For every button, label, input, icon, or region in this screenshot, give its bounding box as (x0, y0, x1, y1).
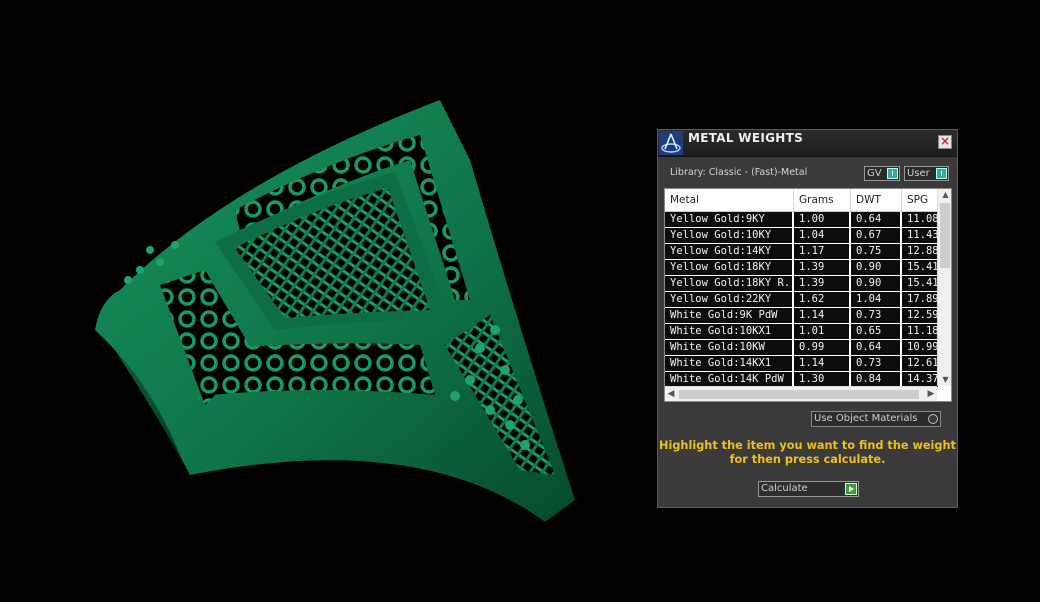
spg-cell: 15.41 (902, 260, 938, 275)
column-header-dwt[interactable]: DWT (851, 189, 902, 211)
spg-cell: 12.61 (902, 356, 938, 371)
table-row[interactable]: Yellow Gold:14KY 1.17 0.75 12.88 (665, 244, 938, 260)
close-icon: × (939, 134, 951, 148)
grams-cell: 1.62 (794, 292, 849, 307)
metal-cell: White Gold:14KX1 (665, 356, 792, 371)
dwt-cell: 0.73 (851, 356, 900, 371)
metal-cell: White Gold:9K PdW (665, 308, 792, 323)
app-logo-icon (659, 131, 683, 155)
metal-cell: Yellow Gold:10KY (665, 228, 792, 243)
use-object-materials-label: Use Object Materials (814, 413, 918, 424)
grams-cell: 0.99 (794, 340, 849, 355)
dwt-cell: 0.73 (851, 308, 900, 323)
dwt-cell: 0.67 (851, 228, 900, 243)
column-header-grams[interactable]: Grams (794, 189, 851, 211)
horizontal-scrollbar[interactable]: ◀ ▶ (665, 386, 937, 401)
radio-icon[interactable] (928, 414, 938, 424)
column-header-spg[interactable]: SPG (902, 189, 942, 211)
grams-cell: 1.00 (794, 212, 849, 227)
metal-cell: White Gold:10KX1 (665, 324, 792, 339)
toggle-knob-icon (887, 168, 898, 179)
table-row[interactable]: Yellow Gold:18KY 1.39 0.90 15.41 (665, 260, 938, 276)
instruction-line: for then press calculate. (729, 452, 886, 466)
grams-cell: 1.01 (794, 324, 849, 339)
dwt-cell: 0.64 (851, 212, 900, 227)
metal-cell: White Gold:10KW (665, 340, 792, 355)
metal-cell: Yellow Gold:9KY (665, 212, 792, 227)
jewelry-model-render (95, 100, 575, 522)
spg-cell: 15.41 (902, 276, 938, 291)
panel-title: METAL WEIGHTS (688, 131, 804, 145)
calculate-button[interactable]: Calculate (758, 481, 859, 497)
close-button[interactable]: × (938, 135, 952, 149)
library-label: Library: Classic - (Fast)-Metal (670, 167, 808, 178)
dwt-cell: 1.04 (851, 292, 900, 307)
grams-cell: 1.39 (794, 260, 849, 275)
spg-cell: 14.37 (902, 372, 938, 387)
user-toggle[interactable]: User (904, 166, 949, 181)
scrollbar-thumb[interactable] (940, 203, 950, 268)
grams-cell: 1.17 (794, 244, 849, 259)
gv-toggle[interactable]: GV (864, 166, 900, 181)
spg-cell: 10.99 (902, 340, 938, 355)
toggle-knob-icon (936, 168, 947, 179)
table-row[interactable]: White Gold:10KW 0.99 0.64 10.99 (665, 340, 938, 356)
table-row[interactable]: White Gold:10KX1 1.01 0.65 11.18 (665, 324, 938, 340)
metal-table[interactable]: Metal Grams DWT SPG Yellow Gold:9KY 1.00 0… (664, 188, 952, 402)
grams-cell: 1.39 (794, 276, 849, 291)
table-row[interactable]: Yellow Gold:9KY 1.00 0.64 11.08 (665, 212, 938, 228)
spg-cell: 11.43 (902, 228, 938, 243)
3d-viewport[interactable] (0, 0, 650, 602)
panel-titlebar[interactable]: METAL WEIGHTS × (658, 130, 957, 157)
calculate-label: Calculate (761, 483, 808, 494)
metal-cell: White Gold:14K PdW (665, 372, 792, 387)
scroll-left-icon[interactable]: ◀ (665, 387, 677, 401)
vertical-scrollbar[interactable]: ▲ ▼ (937, 189, 951, 386)
dwt-cell: 0.84 (851, 372, 900, 387)
play-icon (845, 483, 857, 495)
metal-weights-panel: METAL WEIGHTS × Library: Classic - (Fast… (657, 129, 958, 508)
spg-cell: 17.89 (902, 292, 938, 307)
dwt-cell: 0.90 (851, 276, 900, 291)
gv-toggle-label: GV (867, 168, 882, 179)
table-row[interactable]: White Gold:14KX1 1.14 0.73 12.61 (665, 356, 938, 372)
instruction-text: Highlight the item you want to find the … (658, 439, 957, 466)
spg-cell: 11.18 (902, 324, 938, 339)
table-row[interactable]: Yellow Gold:10KY 1.04 0.67 11.43 (665, 228, 938, 244)
metal-cell: Yellow Gold:18KY R... (665, 276, 792, 291)
grams-cell: 1.14 (794, 356, 849, 371)
dwt-cell: 0.75 (851, 244, 900, 259)
dwt-cell: 0.65 (851, 324, 900, 339)
dwt-cell: 0.64 (851, 340, 900, 355)
grams-cell: 1.14 (794, 308, 849, 323)
scroll-down-icon[interactable]: ▼ (938, 374, 951, 386)
metal-cell: Yellow Gold:18KY (665, 260, 792, 275)
instruction-line: Highlight the item you want to find the … (659, 439, 956, 452)
column-header-metal[interactable]: Metal (665, 189, 794, 211)
grams-cell: 1.04 (794, 228, 849, 243)
scroll-up-icon[interactable]: ▲ (938, 189, 951, 201)
table-body: Yellow Gold:9KY 1.00 0.64 11.08 Yellow Gold:… (665, 212, 938, 388)
use-object-materials-option[interactable]: Use Object Materials (811, 411, 941, 427)
table-row[interactable]: Yellow Gold:18KY R... 1.39 0.90 15.41 (665, 276, 938, 292)
scrollbar-thumb[interactable] (679, 390, 919, 399)
dwt-cell: 0.90 (851, 260, 900, 275)
metal-cell: Yellow Gold:14KY (665, 244, 792, 259)
user-toggle-label: User (907, 168, 930, 179)
spg-cell: 12.88 (902, 244, 938, 259)
table-row[interactable]: Yellow Gold:22KY 1.62 1.04 17.89 (665, 292, 938, 308)
table-row[interactable]: White Gold:9K PdW 1.14 0.73 12.59 (665, 308, 938, 324)
spg-cell: 12.59 (902, 308, 938, 323)
scroll-right-icon[interactable]: ▶ (925, 387, 937, 401)
table-header: Metal Grams DWT SPG (665, 189, 937, 212)
spg-cell: 11.08 (902, 212, 938, 227)
metal-cell: Yellow Gold:22KY (665, 292, 792, 307)
grams-cell: 1.30 (794, 372, 849, 387)
